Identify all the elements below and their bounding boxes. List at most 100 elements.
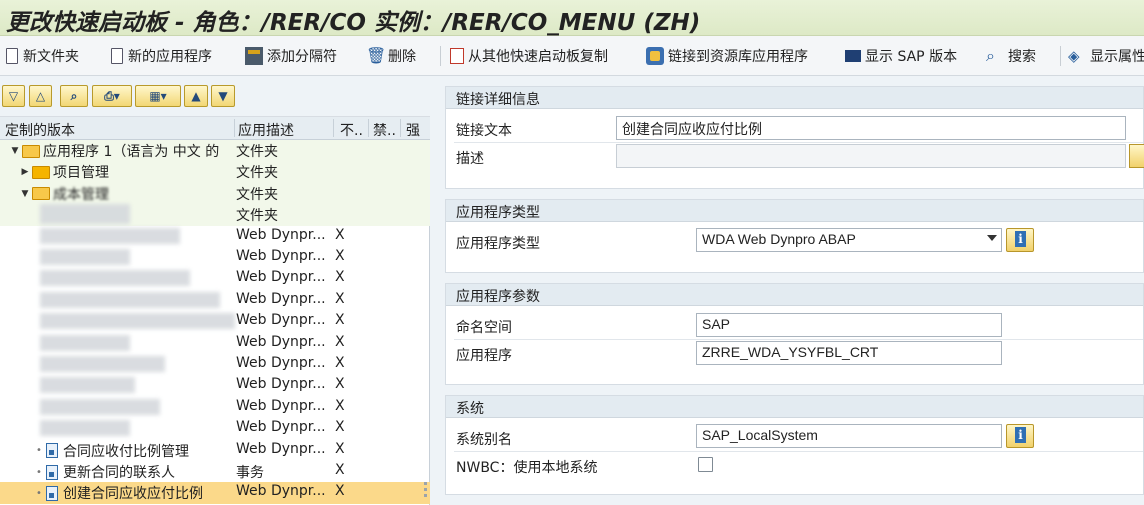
application-label: 应用程序	[456, 348, 512, 364]
tree-row-label: 成本管理	[53, 186, 109, 203]
system-title: 系统	[456, 401, 484, 417]
tree-row-desc: 文件夹	[236, 208, 278, 225]
collapse-icon: △	[35, 89, 46, 103]
folder-icon	[32, 165, 50, 179]
add-separator-label: 添加分隔符	[267, 49, 337, 65]
tree-row[interactable]: ▼ 应用程序 1（语言为 中文 的 文件夹	[0, 140, 430, 162]
link-text-field[interactable]: 创建合同应收应付比例	[616, 116, 1126, 140]
edit-description-button[interactable]	[1129, 144, 1144, 168]
toolbar-divider	[1060, 46, 1061, 66]
arrow-up-icon: ▲	[191, 89, 201, 103]
tree-pane: ▽ △ ⌕ ⎙▾ ▦▾ ▲ ▼ 定制的版本 应用描述 不.. 禁.. 强 ▼ 应用…	[0, 77, 430, 505]
bullet-icon: •	[36, 445, 42, 457]
move-up-button[interactable]: ▲	[184, 85, 208, 107]
app-type-group: 应用程序类型 应用程序类型 WDA Web Dynpro ABAP	[445, 199, 1144, 273]
system-header: 系统	[446, 396, 1143, 418]
tree-row[interactable]: 文件夹	[0, 204, 430, 226]
collapse-all-button[interactable]: △	[29, 85, 52, 107]
collapse-triangle-icon[interactable]: ▶	[20, 167, 30, 177]
tree-row[interactable]: Web Dynpr... X	[0, 397, 430, 418]
splitter-handle[interactable]	[424, 482, 428, 504]
tree-row[interactable]: Web Dynpr... X	[0, 226, 430, 247]
tree-row-desc: Web Dynpr...	[236, 248, 326, 264]
layout-button[interactable]: ▦▾	[135, 85, 181, 107]
link-details-group: 链接详细信息 链接文本 创建合同应收应付比例 描述	[445, 86, 1144, 189]
tree-row[interactable]: Web Dynpr... X	[0, 247, 430, 268]
expand-triangle-icon[interactable]: ▼	[10, 146, 20, 156]
show-sap-version-button[interactable]: 显示 SAP 版本	[845, 45, 957, 67]
show-attributes-button[interactable]: ◈ 显示属性	[1068, 45, 1144, 67]
separator-icon	[245, 47, 263, 65]
header-col3[interactable]: 不..	[340, 120, 363, 140]
move-down-button[interactable]: ▼	[211, 85, 235, 107]
tree-row-flag: X	[335, 226, 345, 243]
link-details-header: 链接详细信息	[446, 87, 1143, 109]
new-app-button[interactable]: 新的应用程序	[111, 45, 212, 67]
header-col4[interactable]: 禁..	[373, 120, 396, 140]
search-button[interactable]: ⌕ 搜索	[986, 45, 1036, 67]
tree-row[interactable]: Web Dynpr... X	[0, 354, 430, 375]
tree-header: 定制的版本 应用描述 不.. 禁.. 强	[0, 117, 430, 140]
tree-row[interactable]: ▼ 成本管理 文件夹	[0, 182, 430, 205]
tree-row[interactable]: Web Dynpr... X	[0, 418, 430, 439]
tree-row[interactable]: Web Dynpr... X	[0, 290, 430, 311]
application-field[interactable]: ZRRE_WDA_YSYFBL_CRT	[696, 341, 1002, 365]
add-separator-button[interactable]: 添加分隔符	[245, 45, 337, 67]
nwbc-checkbox[interactable]	[698, 457, 713, 472]
tree-row-flag: X	[335, 269, 345, 286]
tree-rows: ▼ 应用程序 1（语言为 中文 的 文件夹 ▶ 项目管理 文件夹 ▼ 成本管理 文件夹…	[0, 140, 430, 505]
copy-icon	[450, 48, 464, 64]
header-col5[interactable]: 强	[406, 120, 420, 140]
tree-row[interactable]: Web Dynpr... X	[0, 375, 430, 396]
tree-row-desc: 事务	[236, 465, 264, 481]
tree-row[interactable]: • 合同应收付比例管理 Web Dynpr... X	[0, 440, 430, 461]
window-title: 更改快速启动板 - 角色：/RER/CO 实例：/RER/CO_MENU (ZH…	[6, 10, 701, 36]
link-text-label: 链接文本	[456, 123, 512, 139]
printer-icon: ⎙▾	[104, 88, 120, 103]
header-version[interactable]: 定制的版本	[5, 120, 75, 140]
info-icon[interactable]	[1006, 228, 1034, 252]
tree-row-desc: Web Dynpr...	[236, 376, 326, 393]
tree-row[interactable]: ▶ 项目管理 文件夹	[0, 161, 430, 183]
app-type-title: 应用程序类型	[456, 205, 540, 221]
link-repo-app-label: 链接到资源库应用程序	[668, 49, 808, 65]
app-type-select[interactable]: WDA Web Dynpro ABAP	[696, 228, 1002, 252]
redacted-label	[40, 420, 130, 437]
tree-row-desc: Web Dynpr...	[236, 312, 326, 329]
tree-row[interactable]: • 更新合同的联系人 事务 X	[0, 461, 430, 482]
namespace-field[interactable]: SAP	[696, 313, 1002, 337]
tree-row-label: 项目管理	[53, 165, 109, 182]
app-type-header: 应用程序类型	[446, 200, 1143, 222]
header-divider	[333, 119, 334, 137]
tree-row[interactable]: Web Dynpr... X	[0, 311, 430, 332]
row-divider	[454, 142, 1143, 143]
expand-all-button[interactable]: ▽	[2, 85, 25, 107]
row-divider	[454, 339, 1143, 340]
copy-from-other-button[interactable]: 从其他快速启动板复制	[450, 45, 608, 67]
tree-row-flag: X	[335, 355, 345, 371]
expand-triangle-icon[interactable]: ▼	[20, 189, 30, 199]
toolbar-divider	[440, 46, 441, 66]
link-repo-app-button[interactable]: 链接到资源库应用程序	[646, 45, 808, 67]
header-desc[interactable]: 应用描述	[238, 120, 294, 140]
tree-row[interactable]: Web Dynpr... X	[0, 268, 430, 289]
show-attributes-label: 显示属性	[1090, 49, 1144, 65]
document-icon	[111, 48, 123, 64]
delete-button[interactable]: 🗑 删除	[366, 45, 416, 67]
tree-row-desc: Web Dynpr...	[236, 483, 326, 500]
new-folder-button[interactable]: 新文件夹	[6, 45, 79, 67]
grid-icon: ▦▾	[149, 89, 167, 103]
arrow-down-icon: ▼	[218, 89, 228, 103]
description-field[interactable]	[616, 144, 1126, 168]
find-button[interactable]: ⌕	[60, 85, 88, 107]
info-icon[interactable]	[1006, 424, 1034, 448]
tree-row-desc: 文件夹	[236, 144, 278, 160]
tree-row[interactable]: Web Dynpr... X	[0, 333, 430, 354]
link-details-title: 链接详细信息	[456, 92, 540, 108]
redacted-label	[40, 291, 220, 308]
tree-row-desc: 文件夹	[236, 165, 278, 182]
folder-open-icon	[32, 187, 50, 201]
print-button[interactable]: ⎙▾	[92, 85, 132, 107]
tree-row-selected[interactable]: • 创建合同应收应付比例 Web Dynpr... X	[0, 482, 430, 504]
system-alias-field[interactable]: SAP_LocalSystem	[696, 424, 1002, 448]
